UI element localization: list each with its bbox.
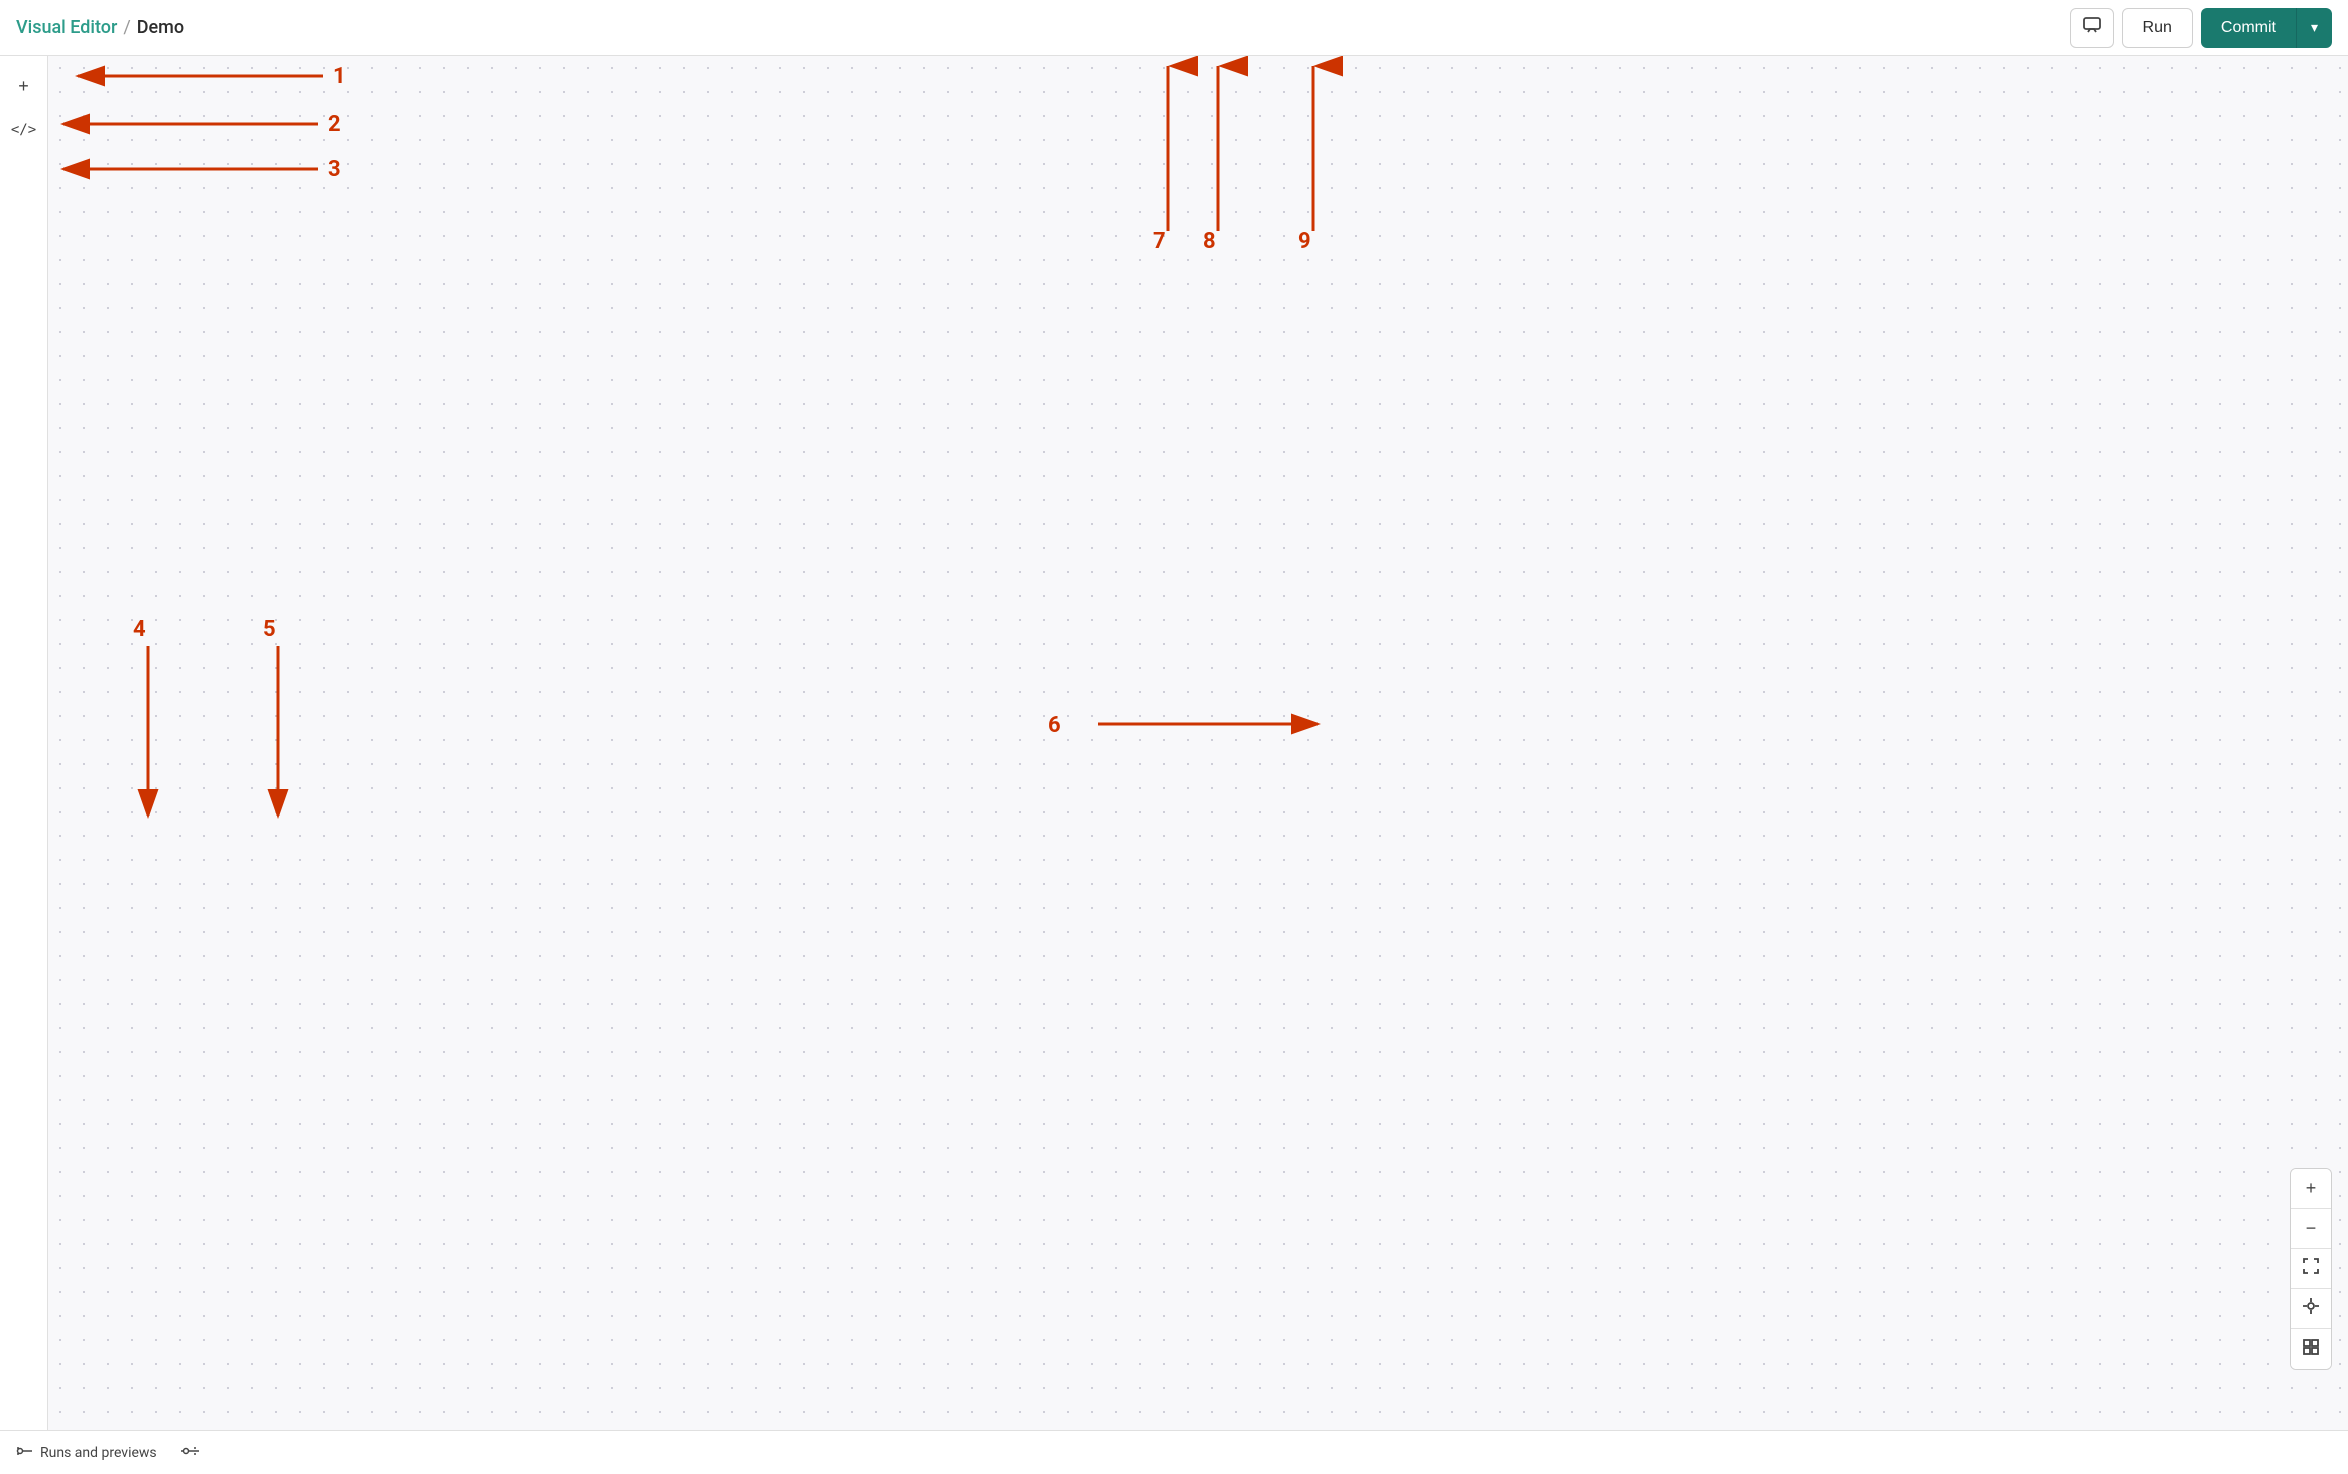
chat-button[interactable]: [2070, 8, 2114, 48]
canvas-area[interactable]: 1 2 3 4 5 6 7 8 9: [48, 56, 2348, 1430]
svg-text:8: 8: [1203, 229, 1216, 254]
add-block-button[interactable]: +: [6, 68, 42, 104]
chevron-down-icon: ▾: [2311, 19, 2318, 36]
bottom-bar: Runs and previews: [0, 1430, 2348, 1474]
svg-text:1: 1: [333, 64, 346, 89]
zoom-in-button[interactable]: +: [2291, 1169, 2331, 1209]
chat-icon: [2082, 15, 2102, 40]
header: Visual Editor / Demo Run Commit ▾: [0, 0, 2348, 56]
annotations-overlay: 1 2 3 4 5 6 7 8 9: [48, 56, 2348, 1430]
runs-previews-item[interactable]: Runs and previews: [16, 1444, 157, 1462]
center-icon: [2302, 1297, 2320, 1320]
filter-icon: [181, 1444, 199, 1462]
svg-text:5: 5: [263, 617, 276, 642]
svg-text:2: 2: [328, 112, 341, 137]
grid-icon: [2302, 1338, 2320, 1361]
run-button[interactable]: Run: [2122, 8, 2193, 48]
runs-previews-label: Runs and previews: [40, 1445, 157, 1461]
commit-button[interactable]: Commit: [2201, 8, 2296, 48]
center-button[interactable]: [2291, 1289, 2331, 1329]
grid-button[interactable]: [2291, 1329, 2331, 1369]
fit-icon: [2302, 1257, 2320, 1280]
header-actions: Run Commit ▾: [2070, 8, 2332, 48]
code-icon: </>: [11, 122, 36, 138]
zoom-out-button[interactable]: −: [2291, 1209, 2331, 1249]
main-content: + </>: [0, 56, 2348, 1430]
svg-text:3: 3: [328, 157, 341, 182]
commit-button-group: Commit ▾: [2201, 8, 2332, 48]
left-sidebar: + </>: [0, 56, 48, 1430]
plus-icon: +: [18, 76, 29, 97]
fit-screen-button[interactable]: [2291, 1249, 2331, 1289]
breadcrumb: Visual Editor / Demo: [16, 17, 184, 38]
breadcrumb-separator: /: [123, 17, 130, 38]
breadcrumb-demo: Demo: [137, 17, 184, 38]
code-view-button[interactable]: </>: [6, 112, 42, 148]
zoom-controls: + −: [2290, 1168, 2332, 1370]
commit-dropdown-button[interactable]: ▾: [2296, 8, 2332, 48]
svg-text:4: 4: [133, 617, 146, 642]
breadcrumb-visual-editor[interactable]: Visual Editor: [16, 17, 117, 38]
svg-text:7: 7: [1153, 229, 1166, 254]
svg-text:6: 6: [1048, 713, 1061, 738]
svg-text:9: 9: [1298, 229, 1311, 254]
runs-previews-icon: [16, 1444, 34, 1462]
filter-item[interactable]: [181, 1444, 199, 1462]
